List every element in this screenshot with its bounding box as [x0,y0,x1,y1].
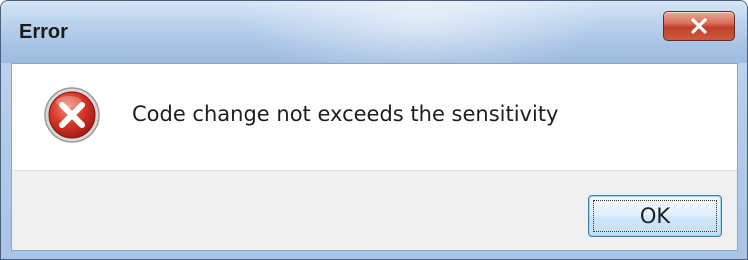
message-area: Code change not exceeds the sensitivity [12,64,737,170]
window-title: Error [19,21,68,43]
close-button[interactable] [663,11,735,41]
ok-button[interactable]: OK [588,195,722,237]
error-message: Code change not exceeds the sensitivity [132,102,559,126]
error-dialog-window: Error Code change not exceeds the sensit… [0,0,748,260]
title-bar[interactable]: Error [1,1,747,63]
dialog-body: Code change not exceeds the sensitivity … [11,63,738,251]
close-x-icon [691,18,707,34]
error-icon [44,87,100,143]
button-bar: OK [12,170,737,250]
ok-button-label: OK [639,204,671,228]
